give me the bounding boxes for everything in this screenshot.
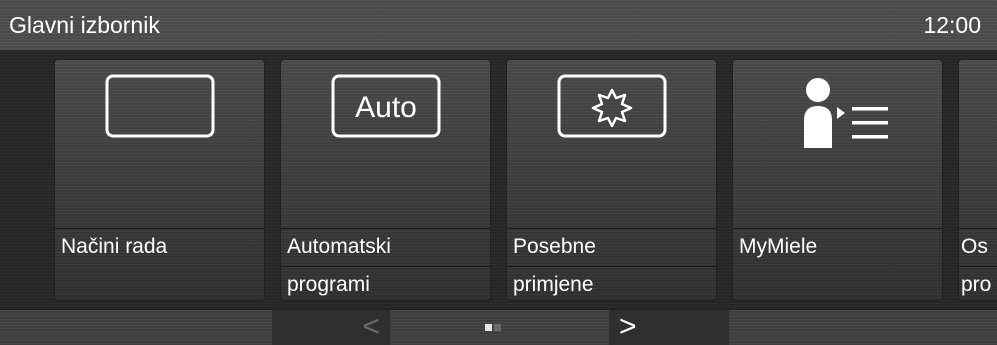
tile-label-line-2: pro — [961, 273, 992, 296]
navigation-bar: < > — [0, 309, 997, 345]
page-dot-active — [485, 324, 492, 331]
status-bar: Glavni izbornik 12:00 — [0, 0, 997, 51]
tile-label: MyMiele — [739, 228, 938, 266]
page-dot-inactive — [494, 324, 501, 331]
tile-label-line-1: Automatski — [287, 235, 391, 258]
tile-label-line-1: Os — [961, 235, 988, 258]
user-list-icon — [733, 60, 942, 210]
special-applications-icon — [507, 60, 716, 210]
tile-label: Načini rada — [61, 228, 260, 266]
tile-label: Automatski programi — [287, 228, 486, 300]
previous-page-button[interactable]: < — [272, 310, 390, 345]
tile-partial[interactable]: Os pro — [959, 60, 997, 300]
tile-special-applications[interactable]: Posebne primjene — [507, 60, 716, 300]
tile-operating-modes[interactable]: Načini rada — [55, 60, 264, 300]
tile-label-line-2: programi — [287, 273, 370, 296]
tile-label: Posebne primjene — [513, 228, 712, 300]
main-menu-grid: Načini rada Auto Automatski programi Pos… — [0, 51, 997, 309]
tile-label-line-1: Načini rada — [61, 235, 168, 258]
tile-label: Os pro — [961, 228, 993, 300]
clock: 12:00 — [923, 12, 981, 38]
tile-label-line-2: primjene — [513, 273, 594, 296]
next-page-button[interactable]: > — [609, 310, 729, 345]
tile-label-line-1: Posebne — [513, 235, 596, 258]
auto-icon: Auto — [281, 60, 490, 210]
blank-screen-icon — [55, 60, 264, 210]
page-indicator — [485, 324, 515, 332]
tile-label-line-1: MyMiele — [739, 235, 818, 258]
page-title: Glavni izbornik — [9, 12, 160, 38]
tile-automatic-programs[interactable]: Auto Automatski programi — [281, 60, 490, 300]
tile-mymiele[interactable]: MyMiele — [733, 60, 942, 300]
auto-icon-text: Auto — [355, 91, 417, 124]
